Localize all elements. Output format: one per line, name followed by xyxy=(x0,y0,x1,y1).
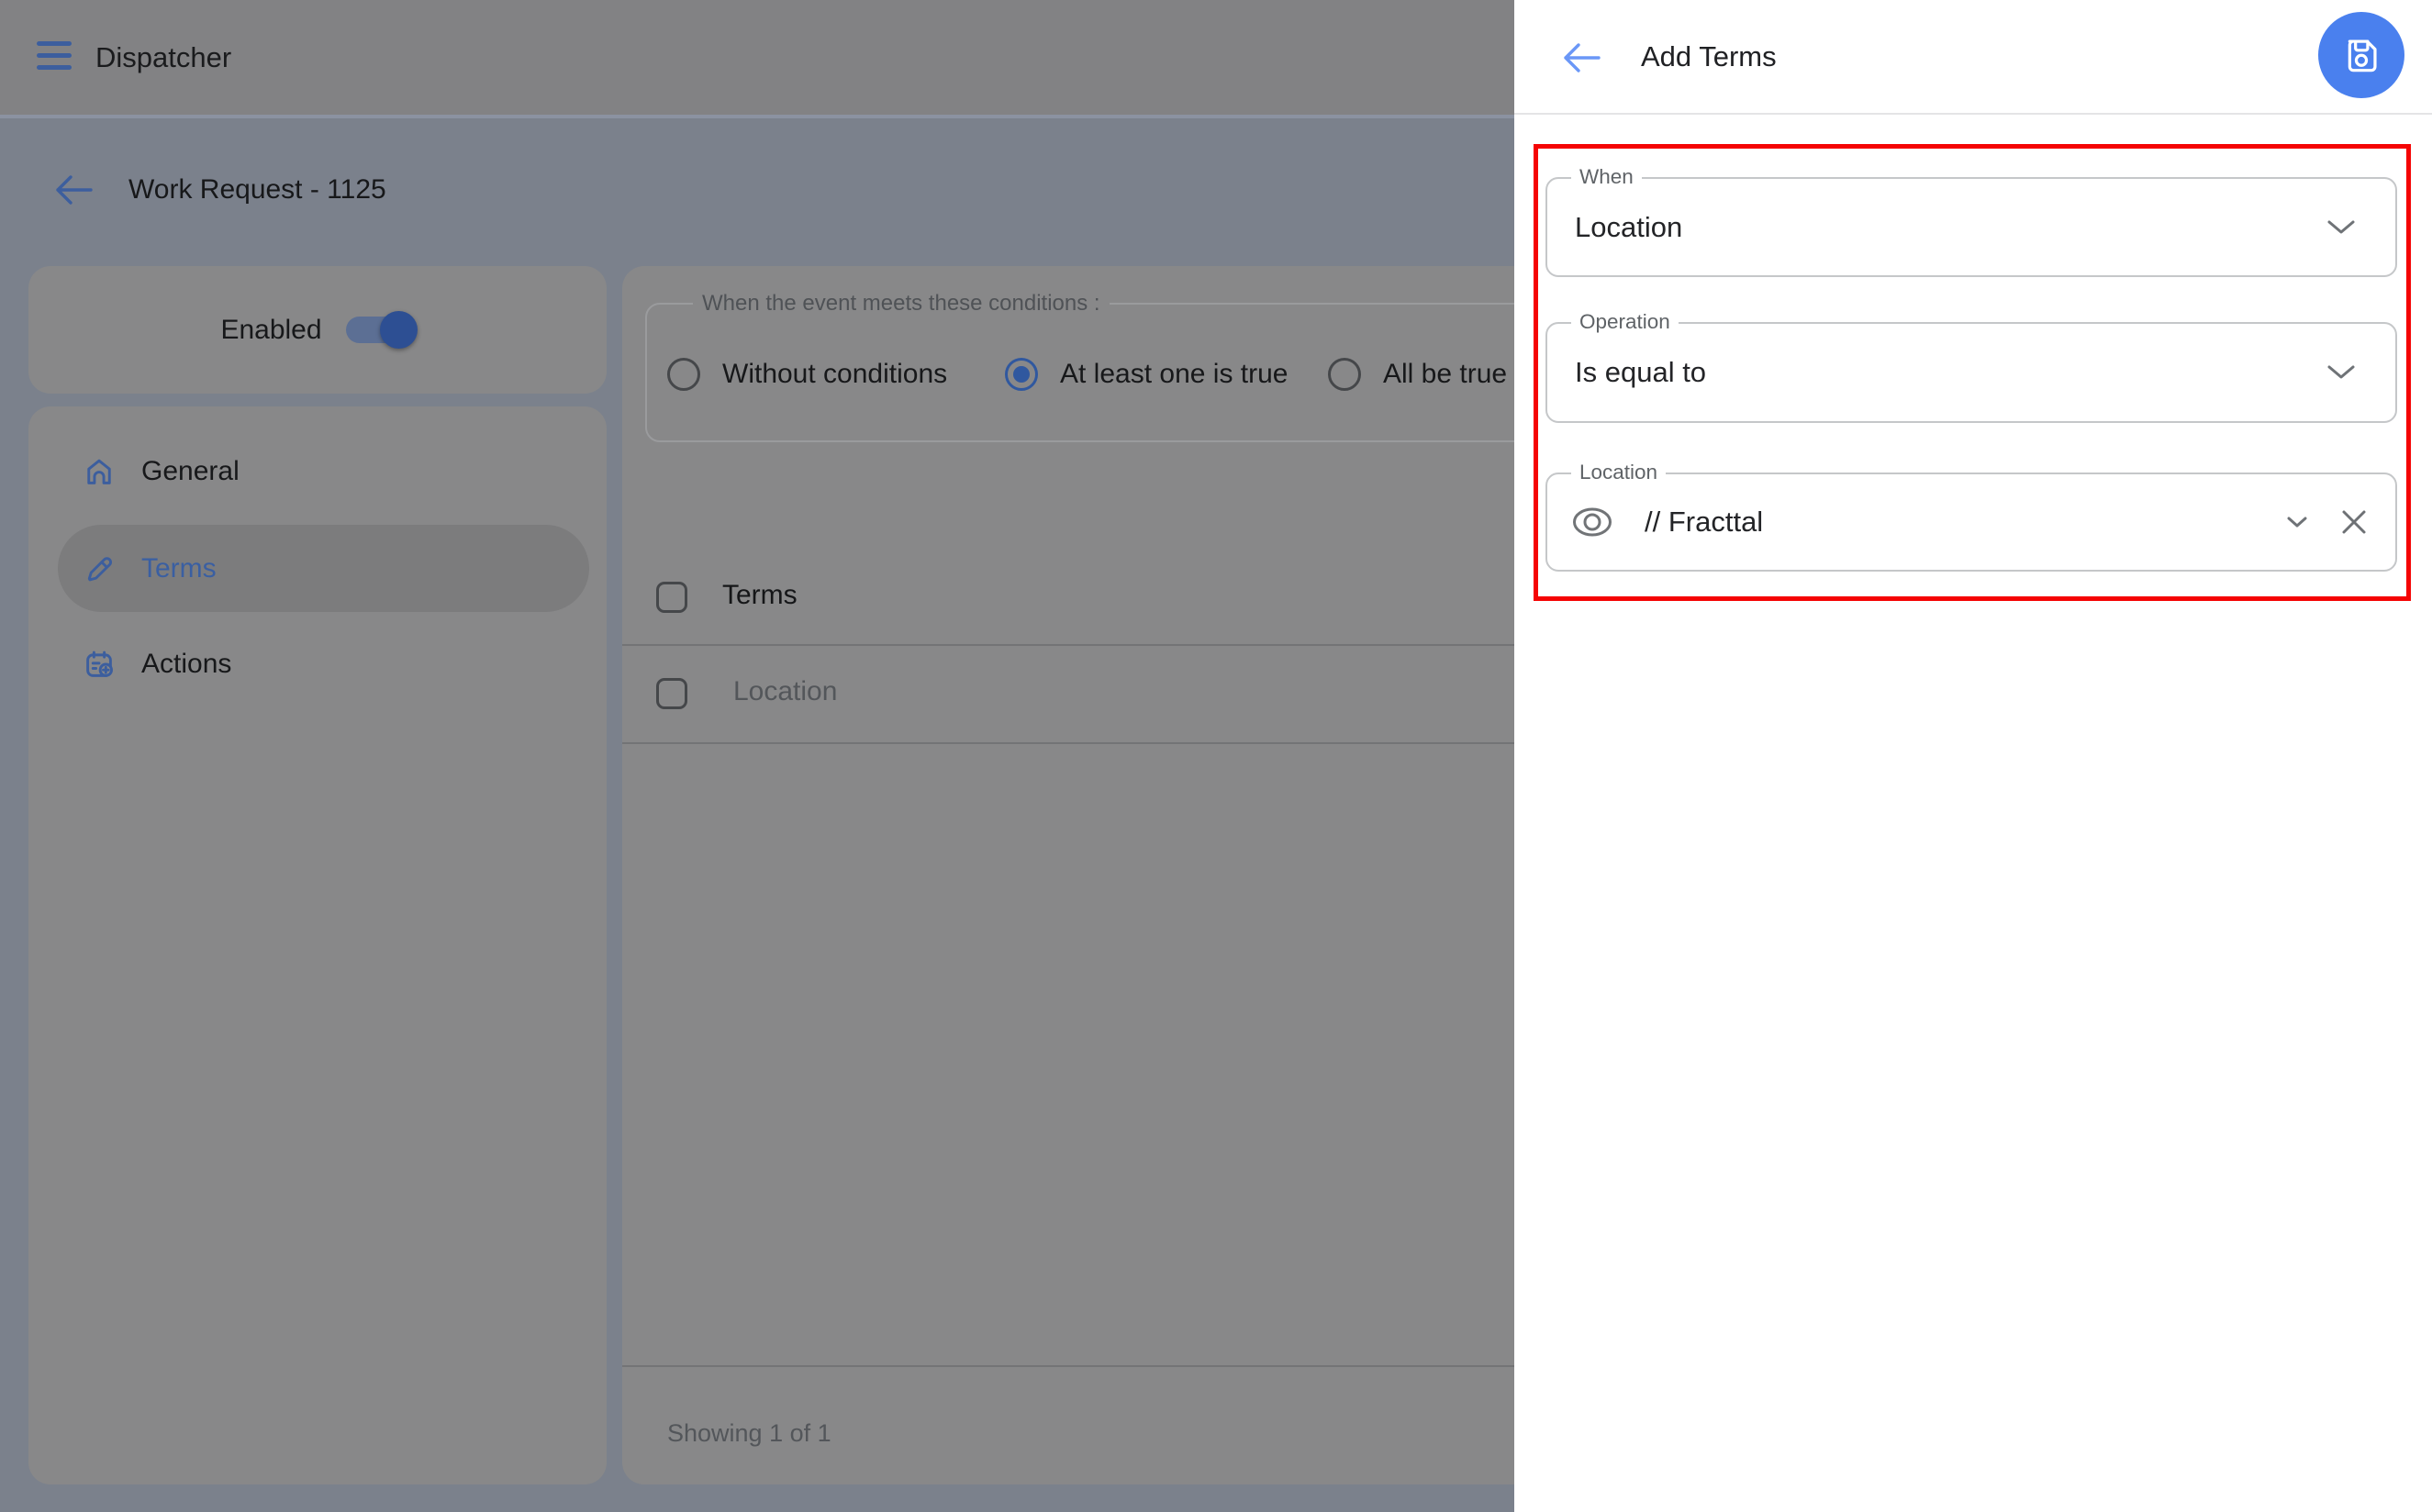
home-icon xyxy=(83,455,116,488)
add-terms-drawer: Add Terms When Location Operation Is equ… xyxy=(1514,0,2432,1512)
radio-label: All be true xyxy=(1383,359,1507,390)
radio-all-be-true[interactable]: All be true xyxy=(1328,357,1507,392)
radio-circle xyxy=(1328,358,1361,391)
close-icon[interactable] xyxy=(2338,506,2370,538)
enabled-toggle[interactable] xyxy=(346,317,415,343)
pagination-status: Showing 1 of 1 xyxy=(667,1417,831,1450)
conditions-legend: When the event meets these conditions : xyxy=(693,291,1110,317)
select-all-checkbox[interactable] xyxy=(656,582,687,613)
sidebar-item-actions[interactable]: Actions xyxy=(83,648,231,681)
when-select-field[interactable]: When Location xyxy=(1545,177,2397,277)
radio-circle xyxy=(667,358,700,391)
pencil-icon xyxy=(83,552,116,585)
enabled-label: Enabled xyxy=(220,315,321,346)
save-floppy-icon xyxy=(2340,34,2382,76)
field-value: Location xyxy=(1575,179,1682,275)
radio-without-conditions[interactable]: Without conditions xyxy=(667,357,947,392)
enabled-card: Enabled xyxy=(28,266,607,394)
sidebar-item-terms[interactable]: Terms xyxy=(58,525,589,612)
field-value: Is equal to xyxy=(1575,324,1706,421)
eye-icon xyxy=(1571,506,1613,539)
toggle-knob xyxy=(380,311,418,349)
location-select-field[interactable]: Location // Fracttal xyxy=(1545,472,2397,572)
drawer-title: Add Terms xyxy=(1641,0,1777,113)
radio-circle-selected xyxy=(1005,358,1038,391)
save-button[interactable] xyxy=(2318,12,2404,98)
chevron-down-icon[interactable] xyxy=(2327,365,2355,380)
chevron-down-icon[interactable] xyxy=(2287,517,2307,528)
hamburger-bar xyxy=(37,53,72,58)
operation-select-field[interactable]: Operation Is equal to xyxy=(1545,322,2397,423)
radio-label: At least one is true xyxy=(1060,359,1288,390)
back-arrow-icon[interactable] xyxy=(52,173,95,206)
chevron-down-icon[interactable] xyxy=(2327,220,2355,235)
section-nav-card: General Terms Actions xyxy=(28,406,607,1484)
app-root: Dispatcher Work Request - 1125 Enabled G… xyxy=(0,0,2432,1512)
sidebar-item-label: Terms xyxy=(141,553,217,584)
table-row-location[interactable]: Location xyxy=(733,675,837,708)
hamburger-menu-icon[interactable] xyxy=(37,41,72,72)
hamburger-bar xyxy=(37,65,72,70)
page-title: Work Request - 1125 xyxy=(128,173,386,206)
sidebar-item-general[interactable]: General xyxy=(83,455,240,488)
calendar-plus-icon xyxy=(83,648,116,681)
sidebar-item-label: General xyxy=(141,456,240,487)
radio-at-least-one-true[interactable]: At least one is true xyxy=(1005,357,1288,392)
drawer-back-arrow-icon[interactable] xyxy=(1560,41,1602,74)
app-title: Dispatcher xyxy=(95,0,231,115)
drawer-header: Add Terms xyxy=(1514,0,2432,115)
field-value: // Fracttal xyxy=(1645,474,1763,570)
hamburger-bar xyxy=(37,41,72,46)
row-checkbox[interactable] xyxy=(656,678,687,709)
sidebar-item-label: Actions xyxy=(141,649,231,680)
table-header-terms: Terms xyxy=(722,579,798,612)
radio-label: Without conditions xyxy=(722,359,947,390)
